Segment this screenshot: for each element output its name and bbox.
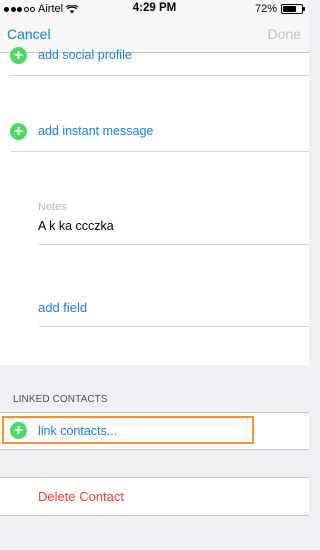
add-social-profile-label[interactable]: add social profile [38,48,132,62]
linked-contacts-header: LINKED CONTACTS [13,394,108,405]
add-instant-message-label[interactable]: add instant message [38,124,153,138]
delete-contact-button[interactable]: Delete Contact [38,489,124,504]
battery-icon [281,4,305,14]
plus-circle-icon[interactable]: + [10,122,27,140]
add-instant-message-row[interactable]: + add instant message [10,111,309,152]
delete-contact-row[interactable]: Delete Contact [0,477,309,516]
status-right: 72% [254,3,305,15]
notes-label: Notes [38,201,67,213]
add-social-profile-row[interactable]: + add social profile [10,35,309,76]
divider [38,326,309,327]
divider [38,244,309,245]
highlight-box [2,416,254,444]
add-field-button[interactable]: add field [38,300,87,315]
status-bar: Airtel 4:29 PM 72% [0,0,309,18]
battery-percent: 72% [254,3,277,15]
notes-field[interactable]: A k ka ccczka [38,219,114,233]
plus-circle-icon[interactable]: + [10,46,27,64]
